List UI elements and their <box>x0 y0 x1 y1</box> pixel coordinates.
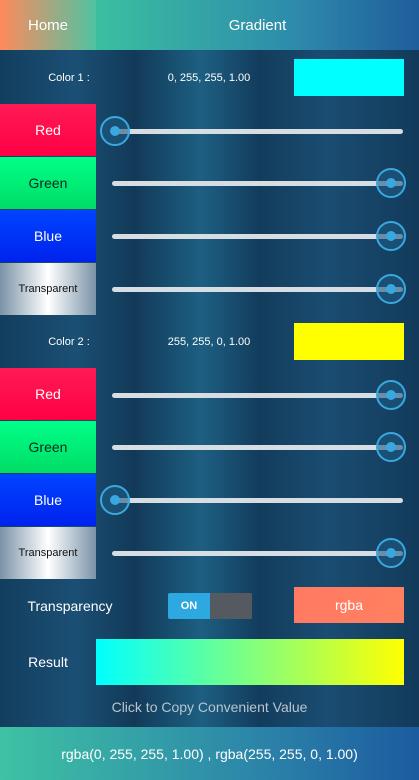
color2-swatch <box>294 323 404 360</box>
slider-knob[interactable] <box>376 432 406 462</box>
color1-transparent-tile: Transparent <box>0 263 96 315</box>
color2-red-slider[interactable] <box>100 380 406 410</box>
color1-red-tile: Red <box>0 104 96 156</box>
color2-transparent-slider[interactable] <box>100 538 406 568</box>
slider-knob[interactable] <box>100 116 130 146</box>
color1-swatch <box>294 59 404 96</box>
toggle-off-area <box>210 593 252 619</box>
slider-knob[interactable] <box>376 168 406 198</box>
slider-knob[interactable] <box>376 274 406 304</box>
slider-knob[interactable] <box>376 380 406 410</box>
home-button[interactable]: Home <box>0 0 96 50</box>
color2-blue-slider[interactable] <box>100 485 406 515</box>
color1-blue-slider[interactable] <box>100 221 406 251</box>
result-label: Result <box>28 654 68 670</box>
format-rgba-button[interactable]: rgba <box>294 587 404 623</box>
color2-transparent-tile: Transparent <box>0 527 96 579</box>
color2-green-slider[interactable] <box>100 432 406 462</box>
result-gradient-preview[interactable] <box>96 639 404 685</box>
color2-label: Color 2 : <box>48 336 90 348</box>
transparency-label: Transparency <box>27 598 113 614</box>
toggle-on-label: ON <box>168 593 210 619</box>
color2-value: 255, 255, 0, 1.00 <box>167 336 251 348</box>
slider-knob[interactable] <box>376 538 406 568</box>
color1-green-tile: Green <box>0 157 96 209</box>
color1-label: Color 1 : <box>48 72 90 84</box>
color2-green-tile: Green <box>0 421 96 473</box>
color2-blue-tile: Blue <box>0 474 96 526</box>
color2-red-tile: Red <box>0 368 96 420</box>
color1-transparent-slider[interactable] <box>100 274 406 304</box>
color1-blue-tile: Blue <box>0 210 96 262</box>
copy-hint: Click to Copy Convenient Value <box>111 699 308 715</box>
color1-red-slider[interactable] <box>100 116 406 146</box>
copy-value-button[interactable]: rgba(0, 255, 255, 1.00) , rgba(255, 255,… <box>0 727 419 780</box>
slider-knob[interactable] <box>376 221 406 251</box>
color1-green-slider[interactable] <box>100 168 406 198</box>
page-title: Gradient <box>96 0 419 50</box>
slider-knob[interactable] <box>100 485 130 515</box>
color1-value: 0, 255, 255, 1.00 <box>167 72 251 84</box>
transparency-toggle[interactable]: ON <box>168 593 252 619</box>
